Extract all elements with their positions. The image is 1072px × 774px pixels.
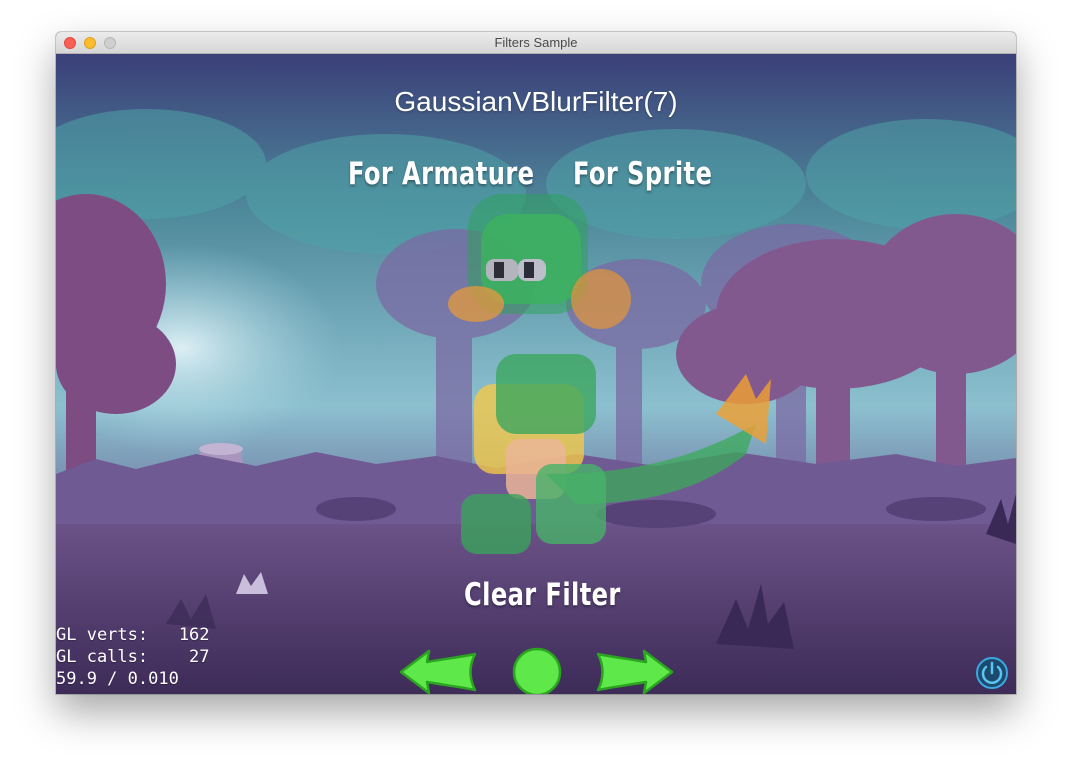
clear-filter-button[interactable]: Clear Filter [464, 577, 621, 613]
gl-verts-stat: GL verts: 162 [56, 625, 210, 645]
power-icon[interactable] [975, 656, 1009, 690]
filter-title: GaussianVBlurFilter(7) [394, 86, 678, 117]
right-arrow-icon[interactable] [596, 649, 674, 694]
gl-stats: GL verts: 162 GL calls: 27 59.9 / 0.010 [56, 624, 210, 690]
for-armature-button[interactable]: For Armature [348, 156, 534, 192]
for-sprite-button[interactable]: For Sprite [573, 156, 712, 192]
game-scene: GaussianVBlurFilter(7) For Armature For … [56, 54, 1016, 694]
window-title: Filters Sample [494, 35, 578, 50]
circle-icon[interactable] [511, 646, 563, 694]
title-bar: Filters Sample [56, 32, 1016, 54]
gl-calls-stat: GL calls: 27 [56, 647, 210, 667]
left-arrow-icon[interactable] [399, 649, 477, 694]
fps-stat: 59.9 / 0.010 [56, 669, 179, 689]
app-window: Filters Sample GaussianVBlurFilter(7) Fo… [56, 32, 1016, 694]
